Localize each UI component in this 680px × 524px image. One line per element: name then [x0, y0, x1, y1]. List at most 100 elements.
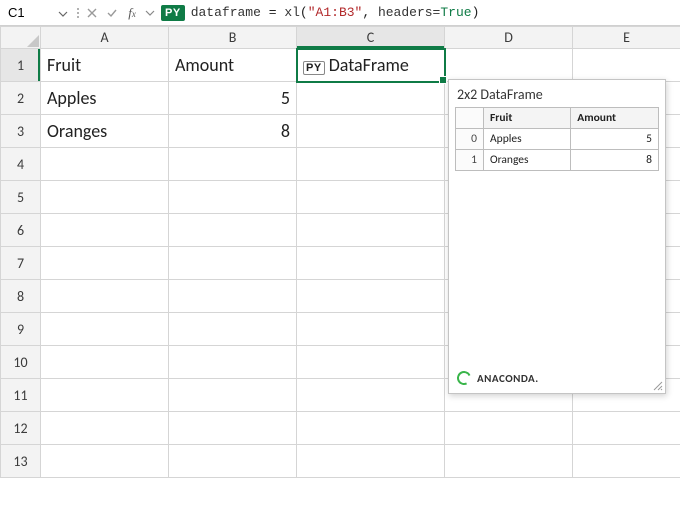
row-header-5[interactable]: 5 [1, 181, 41, 214]
cell-A3[interactable]: Oranges [41, 115, 169, 148]
cell-A7[interactable] [41, 247, 169, 280]
preview-table: Fruit Amount 0 Apples 5 1 Oranges 8 [455, 107, 659, 171]
cell-D13[interactable] [445, 445, 573, 478]
row-header-2[interactable]: 2 [1, 82, 41, 115]
cancel-icon[interactable] [85, 6, 99, 20]
cell-C5[interactable] [297, 181, 445, 214]
preview-row: 1 Oranges 8 [456, 150, 659, 171]
row-header-6[interactable]: 6 [1, 214, 41, 247]
cell-B5[interactable] [169, 181, 297, 214]
cell-A11[interactable] [41, 379, 169, 412]
cell-A9[interactable] [41, 313, 169, 346]
cell-C1[interactable]: PY DataFrame [297, 49, 445, 82]
preview-col-amount: Amount [571, 108, 659, 129]
cell-E12[interactable] [573, 412, 680, 445]
cell-A2[interactable]: Apples [41, 82, 169, 115]
preview-footer-text: ANACONDA. [477, 372, 539, 385]
row-header-10[interactable]: 10 [1, 346, 41, 379]
row-header-1[interactable]: 1 [1, 49, 41, 82]
cell-B7[interactable] [169, 247, 297, 280]
cell-C8[interactable] [297, 280, 445, 313]
name-box[interactable] [6, 3, 70, 22]
chevron-down-icon[interactable] [145, 6, 155, 20]
col-header-C[interactable]: C [297, 27, 445, 49]
cell-C1-value: DataFrame [329, 54, 409, 76]
cell-B8[interactable] [169, 280, 297, 313]
row-header-12[interactable]: 12 [1, 412, 41, 445]
python-object-icon: PY [303, 61, 325, 75]
cell-D12[interactable] [445, 412, 573, 445]
cell-A10[interactable] [41, 346, 169, 379]
code-string: "A1:B3" [308, 5, 363, 20]
cell-B4[interactable] [169, 148, 297, 181]
cell-D1[interactable] [445, 49, 573, 82]
cell-C3[interactable] [297, 115, 445, 148]
row-header-7[interactable]: 7 [1, 247, 41, 280]
cell-A1[interactable]: Fruit [41, 49, 169, 82]
preview-fruit: Apples [484, 129, 571, 150]
preview-row: 0 Apples 5 [456, 129, 659, 150]
cell-E1[interactable] [573, 49, 680, 82]
col-header-E[interactable]: E [573, 27, 680, 49]
cell-C4[interactable] [297, 148, 445, 181]
code-variable: dataframe [191, 5, 261, 20]
formula-bar-actions: fx [85, 6, 155, 20]
cell-A8[interactable] [41, 280, 169, 313]
cell-C7[interactable] [297, 247, 445, 280]
formula-bar: fx PY dataframe = xl("A1:B3", headers=Tr… [0, 0, 680, 26]
cell-B9[interactable] [169, 313, 297, 346]
resize-handle-icon[interactable] [651, 379, 663, 391]
anaconda-icon [455, 369, 473, 387]
select-all-corner[interactable] [1, 27, 41, 49]
cell-B12[interactable] [169, 412, 297, 445]
row-header-9[interactable]: 9 [1, 313, 41, 346]
cell-C13[interactable] [297, 445, 445, 478]
cell-B1[interactable]: Amount [169, 49, 297, 82]
insert-function-icon[interactable]: fx [125, 6, 139, 20]
code-comma: , [362, 5, 378, 20]
col-header-D[interactable]: D [445, 27, 573, 49]
row-header-3[interactable]: 3 [1, 115, 41, 148]
code-fn: xl [284, 5, 300, 20]
cell-B3[interactable]: 8 [169, 115, 297, 148]
cell-B10[interactable] [169, 346, 297, 379]
code-param: headers= [378, 5, 440, 20]
preview-index-header [456, 108, 484, 129]
cell-A12[interactable] [41, 412, 169, 445]
row-header-11[interactable]: 11 [1, 379, 41, 412]
cell-B2[interactable]: 5 [169, 82, 297, 115]
preview-idx: 1 [456, 150, 484, 171]
col-header-B[interactable]: B [169, 27, 297, 49]
preview-col-fruit: Fruit [484, 108, 571, 129]
cell-B6[interactable] [169, 214, 297, 247]
cell-B13[interactable] [169, 445, 297, 478]
preview-fruit: Oranges [484, 150, 571, 171]
cell-C10[interactable] [297, 346, 445, 379]
cell-B11[interactable] [169, 379, 297, 412]
spreadsheet-grid[interactable]: A B C D E 1 Fruit Amount PY DataFrame 2 A… [0, 26, 680, 478]
formula-editor[interactable]: dataframe = xl("A1:B3", headers=True) [191, 5, 480, 20]
enter-icon[interactable] [105, 6, 119, 20]
preview-amount: 5 [571, 129, 659, 150]
code-paren: ) [472, 5, 480, 20]
cell-A4[interactable] [41, 148, 169, 181]
cell-A13[interactable] [41, 445, 169, 478]
row-header-8[interactable]: 8 [1, 280, 41, 313]
preview-idx: 0 [456, 129, 484, 150]
cell-C6[interactable] [297, 214, 445, 247]
code-paren: ( [300, 5, 308, 20]
col-header-A[interactable]: A [41, 27, 169, 49]
cell-C12[interactable] [297, 412, 445, 445]
cell-E13[interactable] [573, 445, 680, 478]
python-badge: PY [161, 5, 185, 21]
cell-C9[interactable] [297, 313, 445, 346]
cell-C11[interactable] [297, 379, 445, 412]
row-header-4[interactable]: 4 [1, 148, 41, 181]
code-eq: = [261, 5, 284, 20]
cell-A5[interactable] [41, 181, 169, 214]
name-box-input[interactable] [6, 3, 70, 22]
cell-A6[interactable] [41, 214, 169, 247]
separator-icon [76, 5, 79, 21]
row-header-13[interactable]: 13 [1, 445, 41, 478]
cell-C2[interactable] [297, 82, 445, 115]
